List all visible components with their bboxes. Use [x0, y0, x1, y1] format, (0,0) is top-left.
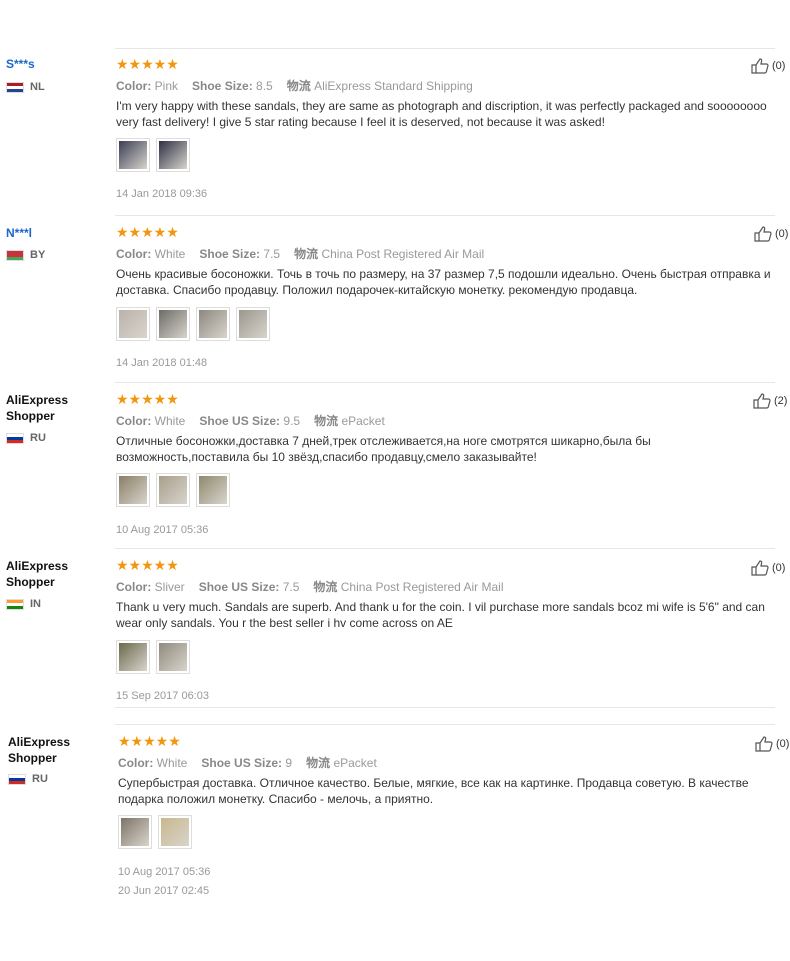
review-date: 14 Jan 2018 01:48 — [116, 357, 208, 369]
review-text: Очень красивые босоножки. Точь в точь по… — [116, 267, 771, 297]
flag-icon — [6, 249, 24, 261]
review-photo-thumbnail[interactable] — [116, 473, 150, 507]
review-item: S***s NL ★★★★★ Color: Pink Shoe Size: 8.5… — [0, 0, 790, 215]
divider — [115, 724, 775, 725]
helpful-count: (0) — [772, 562, 786, 574]
flag-icon — [8, 773, 26, 785]
divider — [115, 48, 775, 49]
thumbs-up-icon — [753, 393, 771, 409]
helpful-count: (0) — [772, 60, 786, 72]
country-code: RU — [30, 432, 46, 444]
helpful-button[interactable]: (2) — [753, 393, 787, 409]
reviewer-country: RU — [6, 432, 46, 444]
review-photo-thumbnail[interactable] — [156, 473, 190, 507]
review-text: Супербыстрая доставка. Отличное качество… — [118, 776, 749, 806]
review-photo-thumbnail[interactable] — [116, 307, 150, 341]
divider — [115, 707, 775, 708]
review-date: 10 Aug 2017 05:36 — [116, 524, 209, 536]
flag-icon — [6, 81, 24, 93]
reviewer-country: NL — [6, 81, 45, 93]
star-rating: ★★★★★ — [116, 391, 179, 407]
country-code: IN — [30, 598, 41, 610]
helpful-count: (2) — [774, 395, 788, 407]
review-photo-thumbnail[interactable] — [236, 307, 270, 341]
review-attributes: Color: Sliver Shoe US Size: 7.5 物流 China P… — [116, 580, 504, 594]
review-photos — [116, 473, 230, 507]
review-photo-thumbnail[interactable] — [156, 307, 190, 341]
reviewer-name[interactable]: N***l — [6, 225, 32, 241]
review-photo-thumbnail[interactable] — [196, 473, 230, 507]
reviewer-name[interactable]: S***s — [6, 56, 35, 72]
thumbs-up-icon — [754, 226, 772, 242]
review-date: 14 Jan 2018 09:36 — [116, 188, 208, 200]
divider — [115, 215, 775, 216]
star-rating: ★★★★★ — [118, 733, 181, 749]
review-photo-thumbnail[interactable] — [156, 640, 190, 674]
review-photo-thumbnail[interactable] — [158, 815, 192, 849]
review-photo-thumbnail[interactable] — [116, 138, 150, 172]
review-photo-thumbnail[interactable] — [116, 640, 150, 674]
country-code: BY — [30, 249, 46, 261]
review-text: Отличные босоножки,доставка 7 дней,трек … — [116, 434, 651, 464]
flag-icon — [6, 598, 24, 610]
reviewer-country: RU — [8, 773, 48, 785]
review-attributes: Color: White Shoe US Size: 9.5 物流 ePacket — [116, 414, 385, 428]
reviewer-name[interactable]: AliExpress Shopper — [8, 734, 80, 766]
thumbs-up-icon — [751, 560, 769, 576]
divider — [115, 382, 775, 383]
star-rating: ★★★★★ — [116, 56, 179, 72]
review-photo-thumbnail[interactable] — [156, 138, 190, 172]
review-date: 10 Aug 2017 05:36 — [118, 866, 211, 878]
review-photos — [116, 138, 190, 172]
helpful-button[interactable]: (0) — [755, 736, 789, 752]
reviewer-country: BY — [6, 249, 45, 261]
country-code: NL — [30, 81, 45, 93]
star-rating: ★★★★★ — [116, 557, 179, 573]
review-date: 15 Sep 2017 06:03 — [116, 690, 209, 702]
review-attributes: Color: White Shoe US Size: 9 物流 ePacket — [118, 756, 377, 770]
review-attributes: Color: Pink Shoe Size: 8.5 物流 AliExpress S… — [116, 79, 473, 93]
review-photos — [116, 307, 270, 341]
helpful-button[interactable]: (0) — [751, 58, 785, 74]
reviewer-name[interactable]: AliExpress Shopper — [6, 558, 78, 590]
review-photo-thumbnail[interactable] — [118, 815, 152, 849]
helpful-button[interactable]: (0) — [751, 560, 785, 576]
review-attributes: Color: White Shoe Size: 7.5 物流 China Post … — [116, 247, 485, 261]
review-date-secondary: 20 Jun 2017 02:45 — [118, 885, 210, 897]
review-photos — [116, 640, 190, 674]
reviewer-country: IN — [6, 598, 41, 610]
helpful-count: (0) — [775, 228, 789, 240]
star-rating: ★★★★★ — [116, 224, 179, 240]
reviewer-name[interactable]: AliExpress Shopper — [6, 392, 78, 424]
review-text: I'm very happy with these sandals, they … — [116, 99, 767, 129]
flag-icon — [6, 432, 24, 444]
review-photos — [118, 815, 192, 849]
country-code: RU — [32, 773, 48, 785]
review-photo-thumbnail[interactable] — [196, 307, 230, 341]
review-text: Thank u very much. Sandals are superb. A… — [116, 600, 765, 630]
helpful-count: (0) — [776, 738, 790, 750]
thumbs-up-icon — [755, 736, 773, 752]
thumbs-up-icon — [751, 58, 769, 74]
helpful-button[interactable]: (0) — [754, 226, 788, 242]
divider — [115, 548, 775, 549]
